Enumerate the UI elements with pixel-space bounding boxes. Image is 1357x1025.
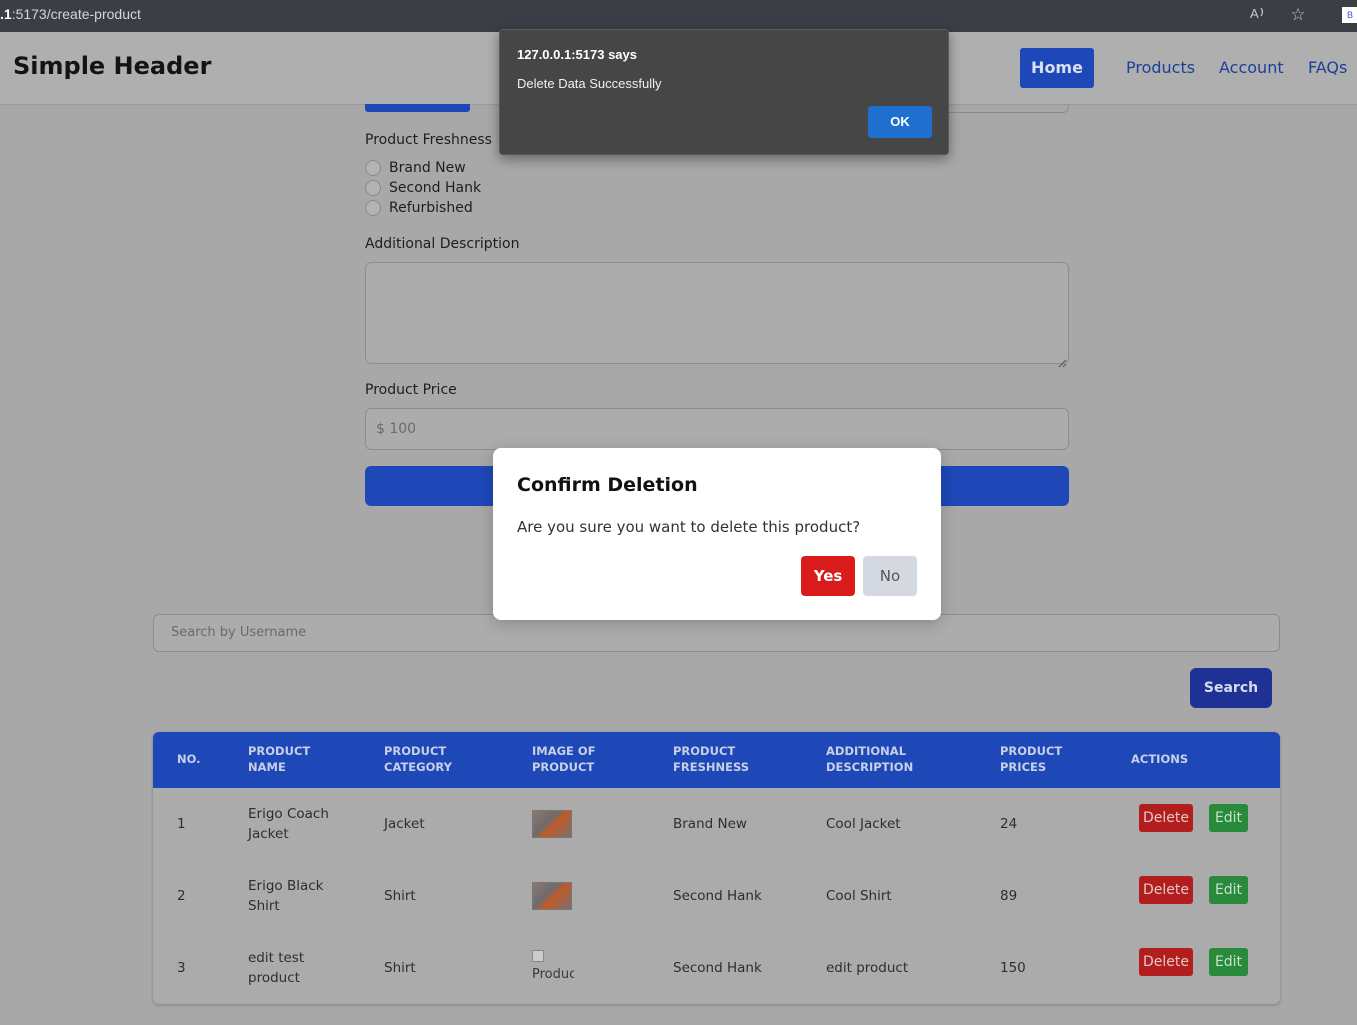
radio-label: Second Hank xyxy=(389,180,482,196)
radio-circle-icon[interactable] xyxy=(365,160,381,176)
table-row: 3 edit test product Shirt Produc Second H… xyxy=(153,932,1280,1004)
radio-label: Refurbished xyxy=(389,200,473,216)
cell-category: Jacket xyxy=(384,816,425,832)
delete-button[interactable]: Delete xyxy=(1139,804,1193,832)
cell-freshness: Second Hank xyxy=(673,960,762,976)
table-header: No. Product Name Product Category Image of… xyxy=(153,732,1280,788)
cell-price: 89 xyxy=(1000,888,1018,904)
input-field-edge[interactable] xyxy=(940,104,1069,113)
cell-no: 2 xyxy=(177,888,186,904)
col-header-actions: Actions xyxy=(1131,752,1189,766)
product-thumbnail xyxy=(532,810,572,838)
cell-description: Cool Shirt xyxy=(826,888,892,904)
nav-products-link[interactable]: Products xyxy=(1126,58,1195,77)
cell-category: Shirt xyxy=(384,888,416,904)
price-label: Product Price xyxy=(365,382,457,398)
cell-freshness: Brand New xyxy=(673,816,747,832)
modal-message: Are you sure you want to delete this pro… xyxy=(517,518,861,536)
description-label: Additional Description xyxy=(365,236,520,252)
confirm-deletion-modal: Confirm Deletion Are you sure you want t… xyxy=(493,448,941,620)
address-bar[interactable]: .1:5173/create-product xyxy=(0,6,141,22)
col-header-name: Product Name xyxy=(248,744,311,774)
freshness-label: Product Freshness xyxy=(365,132,492,148)
edit-button[interactable]: Edit xyxy=(1209,948,1248,976)
col-header-category: Product Category xyxy=(384,744,452,774)
price-input[interactable]: $ 100 xyxy=(365,408,1069,450)
svg-text:A: A xyxy=(1250,6,1259,21)
read-aloud-icon[interactable]: A xyxy=(1247,4,1269,26)
image-alt-text: Produc xyxy=(532,967,574,982)
upload-button-edge[interactable] xyxy=(365,104,470,112)
nav-faqs-link[interactable]: FAQs xyxy=(1308,58,1347,77)
radio-circle-icon[interactable] xyxy=(365,200,381,216)
confirm-yes-button[interactable]: Yes xyxy=(801,556,855,596)
description-textarea[interactable] xyxy=(365,262,1069,364)
broken-image-icon: Produc xyxy=(532,950,574,983)
alert-ok-button[interactable]: OK xyxy=(868,106,932,138)
table-row: 1 Erigo Coach Jacket Jacket Brand New Coo… xyxy=(153,788,1280,860)
radio-label: Brand New xyxy=(389,160,466,176)
table-row: 2 Erigo Black Shirt Shirt Second Hank Coo… xyxy=(153,860,1280,932)
cell-name: Erigo Black Shirt xyxy=(248,878,324,914)
delete-button[interactable]: Delete xyxy=(1139,876,1193,904)
edit-button[interactable]: Edit xyxy=(1209,876,1248,904)
radio-refurbished[interactable]: Refurbished xyxy=(365,199,473,217)
products-table: No. Product Name Product Category Image of… xyxy=(153,732,1280,1004)
browser-toolbar: .1:5173/create-product A ☆ B xyxy=(0,0,1357,32)
radio-circle-icon[interactable] xyxy=(365,180,381,196)
nav-account-link[interactable]: Account xyxy=(1219,58,1284,77)
cell-no: 3 xyxy=(177,960,186,976)
radio-second-hank[interactable]: Second Hank xyxy=(365,179,481,197)
col-header-image: Image of Product xyxy=(532,744,596,774)
col-header-freshness: Product Freshness xyxy=(673,744,750,774)
search-button[interactable]: Search xyxy=(1190,668,1272,708)
alert-title: 127.0.0.1:5173 says xyxy=(517,47,637,62)
confirm-no-button[interactable]: No xyxy=(863,556,917,596)
cell-price: 150 xyxy=(1000,960,1026,976)
cell-name: edit test product xyxy=(248,950,305,986)
brand-title: Simple Header xyxy=(13,52,212,80)
edit-button[interactable]: Edit xyxy=(1209,804,1248,832)
cell-category: Shirt xyxy=(384,960,416,976)
cell-name: Erigo Coach Jacket xyxy=(248,806,329,842)
col-header-no: No. xyxy=(177,752,201,766)
star-icon[interactable]: ☆ xyxy=(1287,4,1309,26)
url-host: .1 xyxy=(0,6,12,22)
cell-price: 24 xyxy=(1000,816,1018,832)
cell-description: Cool Jacket xyxy=(826,816,901,832)
delete-button[interactable]: Delete xyxy=(1139,948,1193,976)
resize-handle-icon[interactable] xyxy=(1058,353,1067,368)
cell-no: 1 xyxy=(177,816,186,832)
cell-freshness: Second Hank xyxy=(673,888,762,904)
col-header-description: Additional Description xyxy=(826,744,914,774)
cell-description: edit product xyxy=(826,960,909,976)
product-thumbnail xyxy=(532,882,572,910)
nav-home-button[interactable]: Home xyxy=(1020,48,1094,88)
modal-title: Confirm Deletion xyxy=(517,474,698,496)
col-header-prices: Product Prices xyxy=(1000,744,1063,774)
radio-brand-new[interactable]: Brand New xyxy=(365,159,466,177)
alert-message: Delete Data Successfully xyxy=(517,76,662,91)
extension-icon[interactable]: B xyxy=(1342,7,1357,23)
url-path: :5173/create-product xyxy=(11,6,141,22)
